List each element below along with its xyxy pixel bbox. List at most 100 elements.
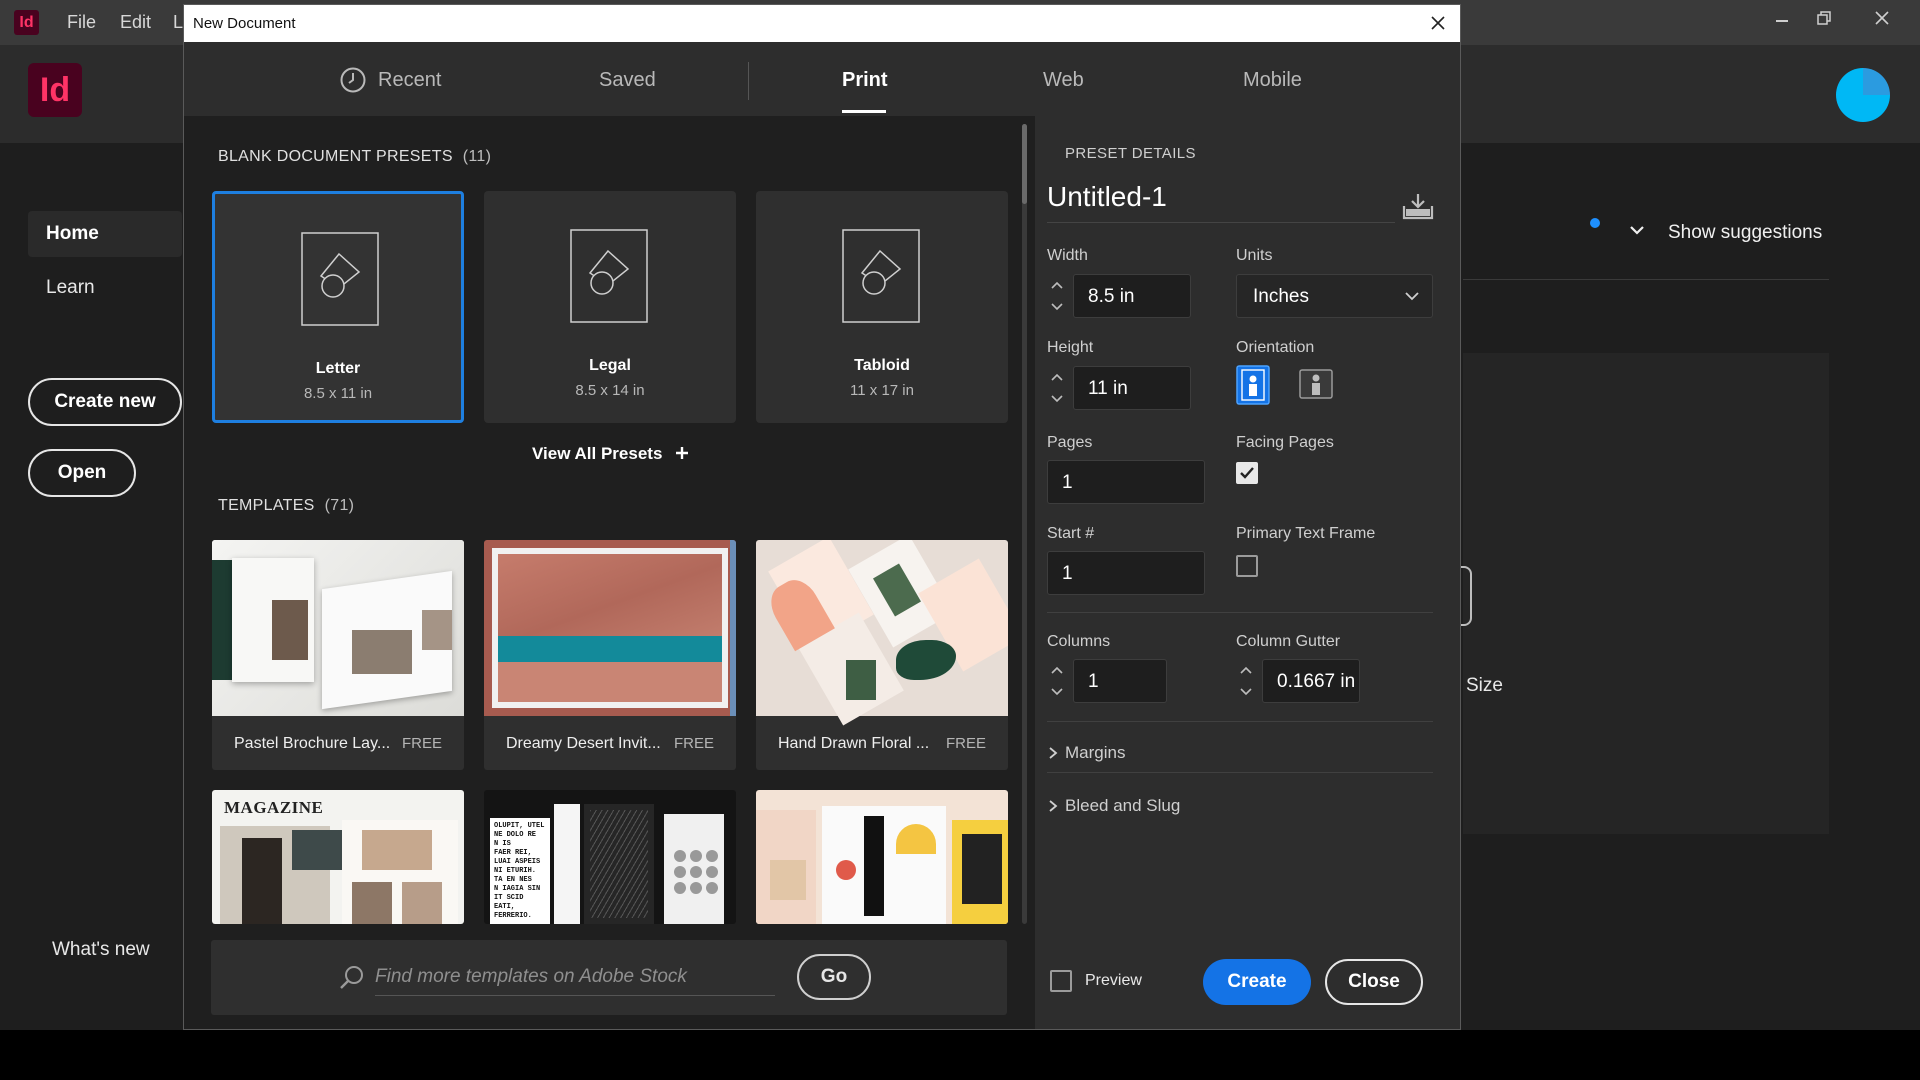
chevron-right-icon [1049, 800, 1058, 812]
template-card[interactable]: Pastel Brochure Lay... FREE [212, 540, 464, 770]
column-gutter-stepper-icon[interactable] [1236, 659, 1256, 703]
divider [1047, 721, 1433, 722]
width-input[interactable]: 8.5 in [1073, 274, 1191, 318]
suggestions-panel [1463, 353, 1829, 834]
template-name: Hand Drawn Floral ... [778, 735, 930, 752]
close-button[interactable]: Close [1325, 959, 1423, 1005]
columns-input[interactable]: 1 [1073, 659, 1167, 703]
bleed-slug-label: Bleed and Slug [1065, 796, 1181, 815]
create-new-button[interactable]: Create new [28, 378, 182, 426]
preset-size: 8.5 x 11 in [303, 385, 373, 402]
open-button[interactable]: Open [28, 449, 136, 497]
preset-name: Tabloid [854, 357, 910, 374]
tab-mobile[interactable]: Mobile [1243, 69, 1302, 92]
units-dropdown[interactable]: Inches [1236, 274, 1433, 318]
app-logo: Id [28, 63, 82, 117]
new-document-dialog: New Document Recent Saved Print Web Mobi… [183, 4, 1461, 1030]
menu-layout-partial[interactable]: L [173, 12, 183, 33]
templates-title: TEMPLATES [218, 497, 315, 514]
landscape-orientation-icon[interactable] [1299, 365, 1333, 405]
orientation-label: Orientation [1236, 339, 1315, 356]
scrollbar-thumb[interactable] [1022, 124, 1027, 204]
preset-details-heading: PRESET DETAILS [1065, 145, 1196, 162]
user-avatar[interactable] [1836, 68, 1890, 122]
sidebar-item-learn[interactable]: Learn [46, 277, 95, 299]
view-all-presets-link[interactable]: View All Presets [532, 444, 689, 464]
chevron-down-icon[interactable] [1628, 221, 1646, 239]
start-page-label: Start # [1047, 525, 1095, 542]
tab-separator [748, 62, 749, 100]
preview-checkbox[interactable] [1050, 970, 1072, 992]
primary-text-frame-checkbox[interactable] [1236, 555, 1258, 577]
name-underline [1047, 222, 1395, 223]
bleed-slug-expander[interactable]: Bleed and Slug [1047, 796, 1180, 816]
go-button[interactable]: Go [797, 954, 871, 1000]
tab-recent[interactable]: Recent [378, 69, 441, 92]
width-label: Width [1047, 247, 1088, 264]
template-card[interactable]: Hand Drawn Floral ... FREE [756, 540, 1008, 770]
clock-icon [340, 67, 366, 93]
close-window-icon[interactable] [1862, 4, 1902, 32]
restore-icon[interactable] [1804, 4, 1844, 32]
create-button[interactable]: Create [1203, 959, 1311, 1005]
search-input[interactable] [375, 958, 775, 996]
menu-file[interactable]: File [67, 12, 96, 33]
preset-name: Legal [589, 357, 631, 374]
menu-edit[interactable]: Edit [120, 12, 151, 33]
template-thumbnail [484, 540, 736, 716]
margins-label: Margins [1065, 743, 1126, 762]
preset-legal[interactable]: Legal 8.5 x 14 in [484, 191, 736, 423]
close-icon[interactable] [1426, 11, 1450, 35]
height-stepper-icon[interactable] [1047, 366, 1067, 410]
preset-size: 11 x 17 in [850, 382, 914, 399]
scrollbar-track[interactable] [1022, 124, 1027, 924]
template-card[interactable]: MAGAZINE [212, 790, 464, 924]
height-label: Height [1047, 339, 1094, 356]
divider [1047, 772, 1433, 773]
preset-letter[interactable]: Letter 8.5 x 11 in [212, 191, 464, 423]
presets-pane: BLANK DOCUMENT PRESETS (11) Letter 8.5 x … [184, 116, 1035, 1029]
template-card[interactable]: Dreamy Desert Invit... FREE [484, 540, 736, 770]
tab-web[interactable]: Web [1043, 69, 1084, 92]
pages-input[interactable]: 1 [1047, 460, 1205, 504]
portrait-orientation-icon[interactable] [1236, 365, 1270, 405]
start-page-input[interactable]: 1 [1047, 551, 1205, 595]
templates-heading: TEMPLATES (71) [218, 497, 354, 515]
columns-stepper-icon[interactable] [1047, 659, 1067, 703]
document-shapes-icon [301, 232, 379, 326]
preset-details-panel: PRESET DETAILS Untitled-1 Width 8.5 in U… [1035, 116, 1460, 1029]
height-input[interactable]: 11 in [1073, 366, 1191, 410]
sidebar-item-home[interactable]: Home [28, 211, 182, 257]
column-gutter-input[interactable]: 0.1667 in [1262, 659, 1360, 703]
preset-name: Letter [315, 360, 361, 377]
preset-tabloid[interactable]: Tabloid 11 x 17 in [756, 191, 1008, 423]
notification-dot [1590, 218, 1600, 228]
facing-pages-label: Facing Pages [1236, 434, 1334, 451]
typography-thumbnail-art: OLUPIT, UTEL NE DOLO RE N IS FAER REI, LUAI … [490, 818, 550, 924]
units-label: Units [1236, 247, 1273, 264]
template-card[interactable] [756, 790, 1008, 924]
document-shapes-icon [842, 229, 920, 323]
dialog-title: New Document [193, 15, 296, 32]
chevron-down-icon [1405, 292, 1419, 301]
whats-new-link[interactable]: What's new [52, 939, 150, 961]
template-thumbnail [756, 540, 1008, 726]
tab-print[interactable]: Print [842, 69, 888, 92]
preset-size: 8.5 x 14 in [575, 382, 645, 399]
template-name: Pastel Brochure Lay... [234, 735, 391, 752]
preview-label: Preview [1085, 972, 1142, 989]
free-badge: FREE [673, 735, 714, 752]
template-card[interactable]: OLUPIT, UTEL NE DOLO RE N IS FAER REI, LUAI … [484, 790, 736, 924]
frame-edge [1460, 566, 1472, 626]
template-thumbnail [212, 540, 464, 716]
save-preset-icon[interactable] [1402, 192, 1434, 220]
facing-pages-checkbox[interactable] [1236, 462, 1258, 484]
document-name-field[interactable]: Untitled-1 [1047, 181, 1167, 213]
tab-saved[interactable]: Saved [599, 69, 656, 92]
show-suggestions-toggle[interactable]: Show suggestions [1668, 222, 1822, 244]
width-stepper-icon[interactable] [1047, 274, 1067, 318]
margins-expander[interactable]: Margins [1047, 743, 1125, 763]
columns-label: Columns [1047, 633, 1111, 650]
blank-presets-title: BLANK DOCUMENT PRESETS [218, 148, 453, 165]
minimize-icon[interactable] [1762, 4, 1802, 32]
